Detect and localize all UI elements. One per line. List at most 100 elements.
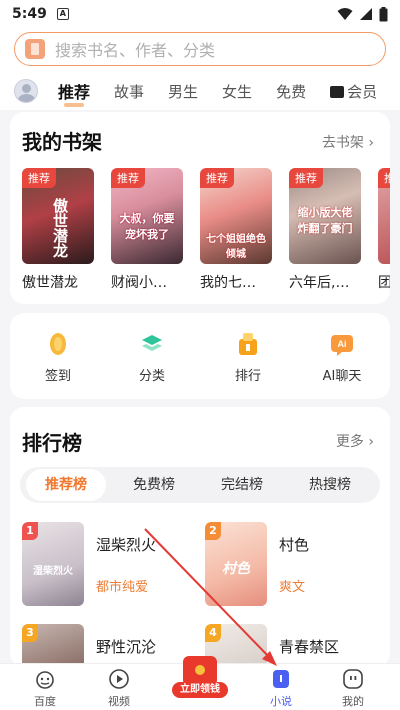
ai-chat-icon: Ai (329, 331, 355, 357)
rank-number: 2 (205, 522, 221, 540)
quick-category[interactable]: 分类 (112, 331, 192, 384)
book-cover: 2 村色 (205, 522, 267, 606)
tab-male[interactable]: 男生 (168, 81, 198, 102)
book-cover: 推荐 缩小版大佬炸翻了豪门 (289, 168, 361, 264)
search-bar[interactable]: 搜索书名、作者、分类 (14, 32, 386, 66)
category-tabs: 推荐 故事 男生 女生 免费 会员 (14, 76, 400, 107)
nav-video-label: 视频 (108, 695, 130, 708)
tab-free[interactable]: 免费 (276, 81, 306, 102)
bookshelf-item[interactable]: 推荐 缩小版大佬炸翻了豪门 六年后,… (289, 168, 361, 292)
book-title: 财阀小… (111, 275, 167, 291)
rank-number: 4 (205, 624, 221, 642)
tab-vip-label: 会员 (347, 82, 378, 101)
bookshelf-item[interactable]: 推荐 七个姐姐绝色倾城 我的七… (200, 168, 272, 292)
nav-get-money[interactable]: 立即领钱 (170, 656, 230, 706)
nav-mine-label: 我的 (342, 695, 364, 708)
cover-text: 七个姐姐绝色倾城 (206, 234, 266, 260)
top-header: 搜索书名、作者、分类 推荐 故事 男生 女生 免费 会员 (0, 28, 400, 110)
avatar[interactable] (14, 79, 38, 103)
recommend-tag: 推荐 (378, 168, 390, 188)
nav-baidu[interactable]: 百度 (10, 668, 80, 709)
quick-entries-card: 签到 分类 排行 Ai AI聊天 (10, 313, 390, 399)
quick-category-label: 分类 (138, 369, 165, 384)
bottom-nav: 百度 视频 立即领钱 小说 我的 (0, 656, 400, 710)
ranking-more-link[interactable]: 更多 › (336, 431, 374, 451)
vip-icon (330, 85, 345, 98)
profile-icon (342, 668, 364, 690)
status-time: 5:49 (12, 6, 47, 22)
quick-signin[interactable]: 签到 (18, 331, 98, 384)
tab-female[interactable]: 女生 (222, 81, 252, 102)
tab-recommend[interactable]: 推荐 (58, 79, 90, 107)
nav-novel[interactable]: 小说 (246, 668, 316, 709)
wifi-icon (337, 8, 353, 20)
bookshelf-card: 我的书架 去书架 › 推荐 傲世潜龙 傲世潜龙 推荐 大叔，你要宠坏我了 财阀小… (10, 112, 390, 304)
cover-text: 缩小版大佬炸翻了豪门 (297, 206, 353, 235)
bookshelf-list: 推荐 傲世潜龙 傲世潜龙 推荐 大叔，你要宠坏我了 财阀小… 推荐 七个姐姐绝色… (22, 168, 390, 298)
battery-icon (379, 6, 388, 21)
recommend-tag: 推荐 (111, 168, 145, 188)
book-title: 六年后,… (289, 275, 350, 291)
cover-text: 村色 (222, 561, 250, 577)
svg-text:Ai: Ai (338, 339, 347, 349)
tab-hot-search-rank[interactable]: 热搜榜 (288, 467, 372, 503)
recommend-tag: 推荐 (289, 168, 323, 188)
layers-icon (139, 331, 165, 357)
quick-ranking[interactable]: 排行 (208, 331, 288, 384)
get-money-button: 立即领钱 (172, 682, 228, 698)
ranking-item[interactable]: 1 湿柴烈火 湿柴烈火 都市纯爱 (22, 522, 197, 606)
ranking-title: 排行榜 (22, 431, 82, 455)
ranking-item[interactable]: 2 村色 村色 爽文 (205, 522, 380, 606)
quick-signin-label: 签到 (44, 369, 71, 384)
rank-book-title: 青春禁区 (279, 638, 340, 656)
cover-text: 湿柴烈火 (33, 566, 73, 577)
tab-free-rank[interactable]: 免费榜 (112, 467, 196, 503)
video-icon (108, 668, 130, 690)
search-placeholder: 搜索书名、作者、分类 (55, 41, 216, 60)
bookshelf-item[interactable]: 推荐 团 (378, 168, 390, 292)
rank-book-genre: 爽文 (279, 580, 306, 595)
book-title: 团 (378, 275, 390, 291)
quick-ai-chat[interactable]: Ai AI聊天 (302, 331, 382, 384)
book-cover: 推荐 傲世潜龙 (22, 168, 94, 264)
tab-story[interactable]: 故事 (114, 81, 144, 102)
notification-icon: A (56, 8, 69, 20)
book-cover: 推荐 大叔，你要宠坏我了 (111, 168, 183, 264)
book-cover: 1 湿柴烈火 (22, 522, 84, 606)
status-right (337, 6, 388, 22)
nav-video[interactable]: 视频 (84, 668, 154, 709)
quick-ai-chat-label: AI聊天 (322, 369, 362, 384)
rank-book-title: 湿柴烈火 (96, 536, 157, 554)
rank-number: 3 (22, 624, 38, 642)
book-cover: 推荐 (378, 168, 390, 264)
quick-ranking-label: 排行 (234, 369, 261, 384)
bookshelf-item[interactable]: 推荐 傲世潜龙 傲世潜龙 (22, 168, 94, 292)
cover-text: 大叔，你要宠坏我了 (119, 212, 175, 241)
recommend-tag: 推荐 (200, 168, 234, 188)
book-title: 傲世潜龙 (22, 275, 78, 291)
nav-baidu-label: 百度 (34, 695, 56, 708)
book-icon (25, 39, 45, 59)
book-title: 我的七… (200, 275, 256, 291)
rank-book-genre: 都市纯爱 (96, 580, 149, 595)
go-bookshelf-link[interactable]: 去书架 › (322, 132, 374, 152)
cover-text: 傲世潜龙 (51, 198, 69, 258)
status-bar: 5:49 A (0, 0, 400, 28)
rank-number: 1 (22, 522, 38, 540)
bookshelf-item[interactable]: 推荐 大叔，你要宠坏我了 财阀小… (111, 168, 183, 292)
novel-icon (270, 668, 292, 690)
bookshelf-title: 我的书架 (22, 130, 102, 154)
coin-icon (45, 331, 71, 357)
book-cover: 推荐 七个姐姐绝色倾城 (200, 168, 272, 264)
tab-recommend-rank[interactable]: 推荐榜 (24, 467, 108, 503)
ranking-card: 排行榜 更多 › 推荐榜 免费榜 完结榜 热搜榜 1 湿柴烈火 湿柴烈火 都市纯… (10, 407, 390, 708)
nav-novel-label: 小说 (270, 695, 292, 708)
tab-finished-rank[interactable]: 完结榜 (200, 467, 284, 503)
nav-mine[interactable]: 我的 (318, 668, 388, 709)
rank-book-title: 村色 (279, 536, 310, 554)
signal-icon (360, 8, 372, 20)
recommend-tag: 推荐 (22, 168, 56, 188)
tab-vip[interactable]: 会员 (330, 81, 377, 102)
trophy-icon (235, 331, 261, 357)
rank-book-title: 野性沉沦 (96, 638, 157, 656)
